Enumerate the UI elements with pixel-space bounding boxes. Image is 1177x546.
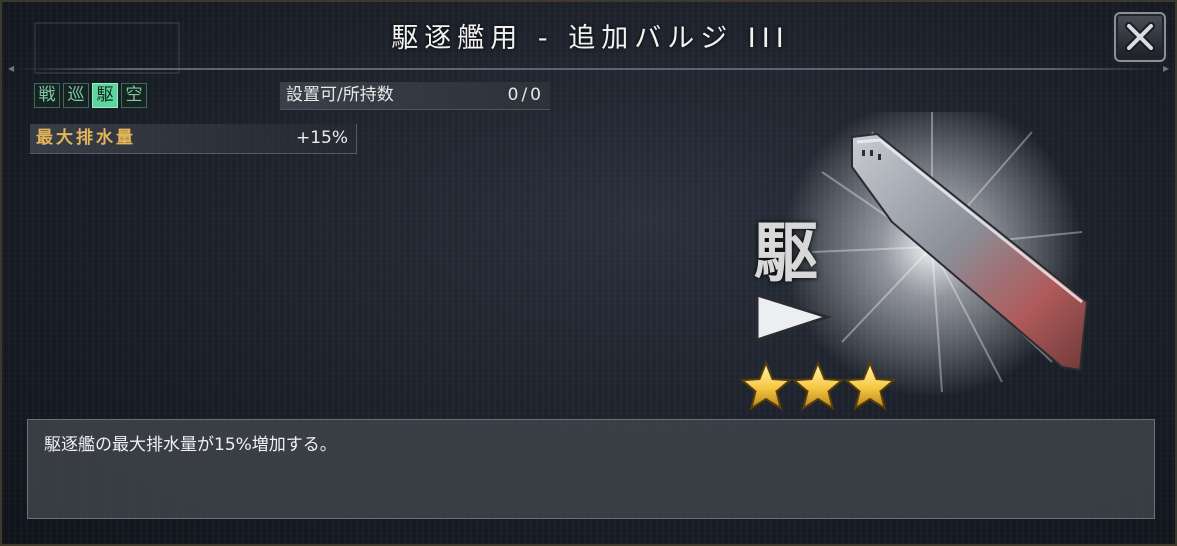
slot-count-label: 設置可/所持数 xyxy=(286,85,394,105)
ship-type-battleship: 戦 xyxy=(34,83,60,108)
divider-left-arrow-icon: ◂ xyxy=(8,61,15,75)
rarity-star-icon xyxy=(739,360,793,411)
divider-right-arrow-icon: ▸ xyxy=(1162,61,1169,75)
ship-type-cruiser: 巡 xyxy=(63,83,89,108)
item-type-kanji: 駆 xyxy=(754,216,818,291)
item-detail-panel: 駆逐艦用 - 追加バルジ III ◂ ▸ 戦 巡 駆 空 設置可/所持数 0/0… xyxy=(0,0,1177,546)
description-box: 駆逐艦の最大排水量が15%増加する。 xyxy=(27,419,1155,519)
slot-count-value: 0/0 xyxy=(507,85,544,105)
ship-type-list: 戦 巡 駆 空 xyxy=(34,83,147,108)
stat-row: 最大排水量 +15% xyxy=(30,124,357,154)
stat-value: +15% xyxy=(295,128,348,148)
ship-type-carrier: 空 xyxy=(121,83,147,108)
stat-label: 最大排水量 xyxy=(36,128,136,148)
close-icon xyxy=(1125,22,1155,52)
rarity-stars xyxy=(739,360,897,411)
rarity-star-icon xyxy=(791,360,845,411)
dialog-title: 駆逐艦用 - 追加バルジ III xyxy=(391,23,790,54)
slot-count-row: 設置可/所持数 0/0 xyxy=(280,82,550,110)
ship-type-destroyer: 駆 xyxy=(92,83,118,108)
close-button[interactable] xyxy=(1114,12,1166,62)
description-text: 駆逐艦の最大排水量が15%増加する。 xyxy=(44,435,337,455)
title-divider xyxy=(16,68,1161,70)
